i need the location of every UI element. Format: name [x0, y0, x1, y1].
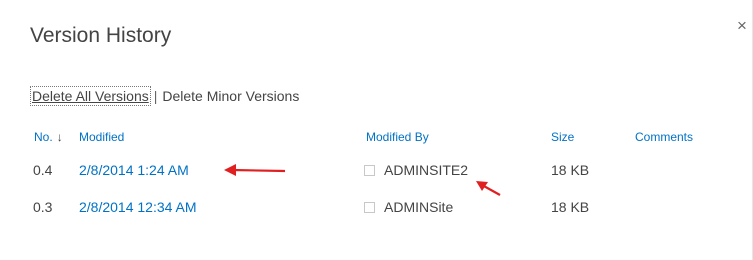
- modified-by-cell: ADMINSite: [364, 199, 453, 215]
- delete-all-versions-link[interactable]: Delete All Versions: [30, 86, 151, 106]
- column-header-no-label: No.: [34, 130, 53, 144]
- action-separator: |: [153, 88, 158, 104]
- delete-minor-versions-link[interactable]: Delete Minor Versions: [162, 88, 299, 104]
- version-size: 18 KB: [551, 162, 590, 178]
- version-actions: Delete All Versions | Delete Minor Version…: [30, 86, 299, 106]
- modified-by-user: ADMINSITE2: [384, 162, 469, 178]
- column-header-modified-by[interactable]: Modified By: [366, 130, 429, 144]
- user-presence-checkbox[interactable]: [364, 201, 375, 213]
- version-size: 18 KB: [551, 199, 590, 215]
- modified-by-cell: ADMINSITE2: [364, 162, 468, 178]
- version-modified-link[interactable]: 2/8/2014 1:24 AM: [79, 162, 189, 178]
- version-modified-link[interactable]: 2/8/2014 12:34 AM: [79, 199, 197, 215]
- user-presence-checkbox[interactable]: [364, 164, 375, 176]
- sort-down-icon: ↓: [56, 130, 63, 144]
- dialog-title: Version History: [30, 24, 172, 47]
- column-header-comments[interactable]: Comments: [635, 130, 693, 144]
- version-history-dialog: Version History × Delete All Versions | De…: [0, 0, 753, 260]
- annotation-arrow-icon: [224, 164, 286, 176]
- column-header-size[interactable]: Size: [551, 130, 574, 144]
- annotation-arrow-icon: [476, 181, 501, 196]
- column-header-modified[interactable]: Modified: [79, 130, 124, 144]
- column-header-no[interactable]: No. ↓: [34, 130, 63, 144]
- version-number: 0.3: [33, 199, 53, 215]
- modified-by-user: ADMINSite: [384, 199, 454, 215]
- close-icon[interactable]: ×: [737, 17, 747, 34]
- version-number: 0.4: [33, 162, 53, 178]
